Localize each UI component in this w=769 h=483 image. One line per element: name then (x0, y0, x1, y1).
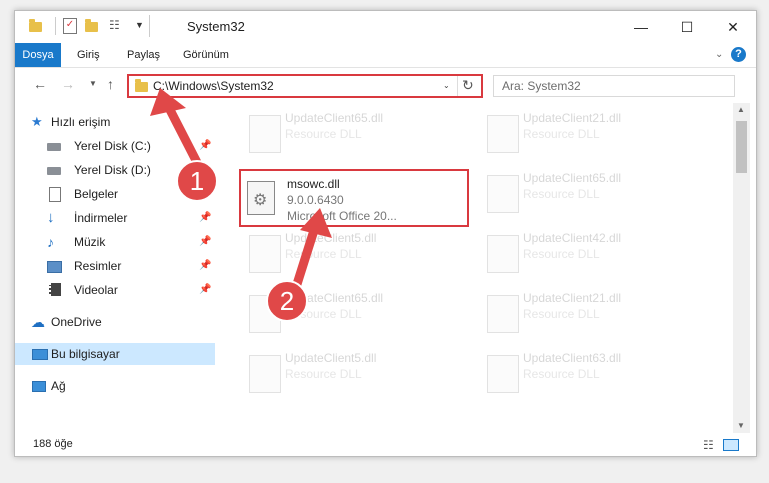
annotation-overlay: 1 2 (150, 88, 332, 322)
svg-text:1: 1 (190, 166, 204, 196)
svg-text:2: 2 (280, 286, 294, 316)
step-1-badge: 1 (176, 160, 218, 202)
step-2-badge: 2 (266, 280, 308, 322)
